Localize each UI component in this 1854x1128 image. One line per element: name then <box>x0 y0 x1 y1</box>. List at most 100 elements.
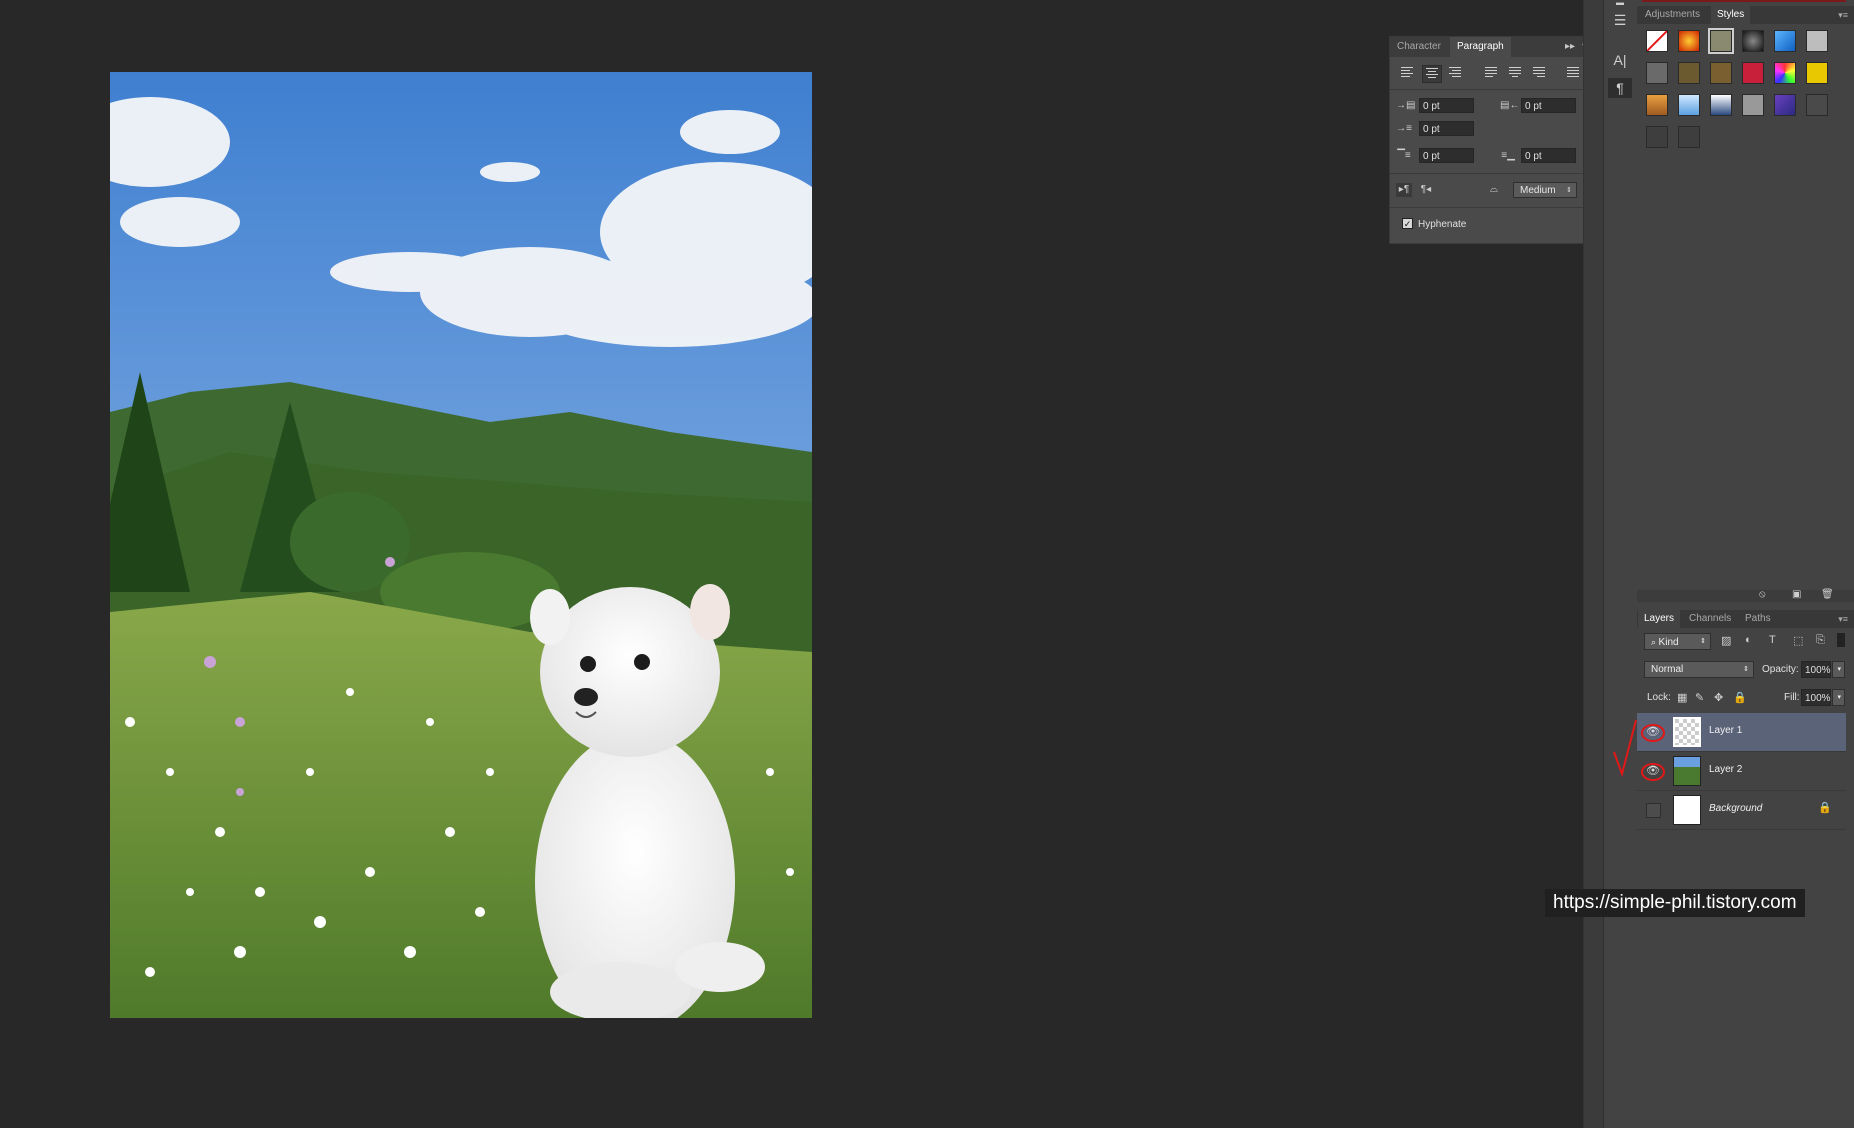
styles-tabbar: Adjustments Styles ▾≡ <box>1637 6 1854 24</box>
hyphenate-checkbox[interactable]: ✓ <box>1402 218 1413 229</box>
filter-toggle[interactable] <box>1837 633 1845 647</box>
search-icon: ⌕ <box>1651 637 1659 647</box>
style-swatch[interactable] <box>1742 94 1764 116</box>
style-swatch[interactable] <box>1646 62 1668 84</box>
layer-name[interactable]: Layer 1 <box>1709 725 1742 736</box>
space-after-icon: ≡▁ <box>1501 150 1515 161</box>
chevron-updown-icon: ⇕ <box>1743 666 1749 673</box>
chevron-updown-icon: ⇕ <box>1566 187 1572 194</box>
panel-menu-icon[interactable]: ▾≡ <box>1832 6 1854 24</box>
justify-last-right-icon[interactable] <box>1530 65 1548 81</box>
style-swatch[interactable] <box>1646 94 1668 116</box>
collapse-icon[interactable]: ▸▸ <box>1565 41 1575 52</box>
style-swatch[interactable] <box>1774 94 1796 116</box>
document-canvas[interactable] <box>110 72 812 1018</box>
canvas-image <box>110 72 812 1018</box>
layers-tabbar: Layers Channels Paths ▾≡ <box>1637 610 1854 628</box>
watermark-url: https://simple-phil.tistory.com <box>1545 889 1805 917</box>
red-annotation-marks <box>1613 719 1665 781</box>
style-swatch[interactable] <box>1774 30 1796 52</box>
justify-last-center-icon[interactable] <box>1506 65 1524 81</box>
rtl-paragraph-icon[interactable]: ¶◂ <box>1418 183 1434 197</box>
style-swatch[interactable] <box>1678 62 1700 84</box>
indent-right-field[interactable]: 0 pt <box>1521 98 1576 113</box>
style-swatch[interactable] <box>1678 30 1700 52</box>
style-swatch-none[interactable] <box>1646 30 1668 52</box>
layer-thumbnail <box>1673 717 1701 747</box>
fill-slider-toggle[interactable]: ▾ <box>1832 689 1845 706</box>
indent-right-icon: ▤← <box>1500 100 1520 111</box>
ltr-paragraph-icon[interactable]: ▸¶ <box>1396 183 1412 197</box>
layers-list: 👁 Layer 1 👁 Layer 2 Background 🔒 <box>1637 712 1846 832</box>
layer-row-background[interactable]: Background 🔒 <box>1637 791 1846 830</box>
lock-transparent-icon[interactable]: ▦ <box>1677 691 1687 704</box>
clear-style-icon[interactable]: ⦸ <box>1759 589 1766 600</box>
composer-icon: ⌓ <box>1490 184 1498 195</box>
paragraph-icon[interactable]: ¶ <box>1608 78 1632 98</box>
tab-paragraph[interactable]: Paragraph <box>1450 37 1511 57</box>
style-swatch[interactable] <box>1710 62 1732 84</box>
layer-row-layer-1[interactable]: 👁 Layer 1 <box>1637 713 1846 752</box>
layer-name[interactable]: Background <box>1709 803 1762 814</box>
style-swatch[interactable] <box>1774 62 1796 84</box>
style-swatch[interactable] <box>1806 30 1828 52</box>
space-after-field[interactable]: 0 pt <box>1521 148 1576 163</box>
indent-left-field[interactable]: 0 pt <box>1419 98 1474 113</box>
adjustment-filter-icon[interactable]: ◐ <box>1745 634 1752 646</box>
panel-icon-column: ▬ ☰ A| ¶ <box>1603 0 1638 1128</box>
lock-label: Lock: <box>1647 692 1671 703</box>
fill-field[interactable]: 100% <box>1801 689 1831 706</box>
opacity-slider-toggle[interactable]: ▾ <box>1832 661 1845 678</box>
filter-kind-value: Kind <box>1658 637 1679 648</box>
space-before-field[interactable]: 0 pt <box>1419 148 1474 163</box>
lock-image-icon[interactable]: ✎ <box>1695 691 1704 704</box>
shape-filter-icon[interactable]: ⬚ <box>1793 634 1803 647</box>
indent-first-line-field[interactable]: 0 pt <box>1419 121 1474 136</box>
panel-menu-icon[interactable]: ▾≡ <box>1832 610 1854 628</box>
chevron-down-icon: ▾ <box>1837 666 1841 673</box>
opacity-field[interactable]: 100% <box>1801 661 1831 678</box>
filter-kind-dropdown[interactable]: ⌕ Kind ⇕ <box>1644 633 1711 650</box>
top-accent <box>1642 0 1846 2</box>
indent-left-icon: →▤ <box>1396 100 1416 111</box>
lock-all-icon[interactable]: 🔒 <box>1733 691 1747 704</box>
character-icon[interactable]: A| <box>1608 50 1632 70</box>
style-swatch[interactable] <box>1742 62 1764 84</box>
composer-dropdown[interactable]: Medium ⇕ <box>1513 182 1577 198</box>
style-swatch[interactable] <box>1806 94 1828 116</box>
lock-position-icon[interactable]: ✥ <box>1714 691 1723 704</box>
align-center-icon[interactable] <box>1422 65 1442 83</box>
style-swatch[interactable] <box>1678 126 1700 148</box>
tab-character[interactable]: Character <box>1390 37 1448 57</box>
divider <box>1390 207 1597 208</box>
chevron-updown-icon: ⇕ <box>1700 638 1706 645</box>
properties-icon[interactable]: ☰ <box>1608 10 1632 30</box>
style-swatch[interactable] <box>1646 126 1668 148</box>
blend-mode-dropdown[interactable]: Normal ⇕ <box>1644 661 1754 678</box>
tab-adjustments[interactable]: Adjustments <box>1639 6 1706 24</box>
style-swatch[interactable] <box>1710 94 1732 116</box>
layer-row-layer-2[interactable]: 👁 Layer 2 <box>1637 752 1846 791</box>
trash-icon[interactable]: 🗑 <box>1821 589 1834 600</box>
style-swatch[interactable] <box>1742 30 1764 52</box>
tab-styles[interactable]: Styles <box>1711 6 1751 24</box>
style-swatch[interactable] <box>1678 94 1700 116</box>
visibility-toggle[interactable] <box>1646 803 1661 818</box>
justify-last-left-icon[interactable] <box>1482 65 1500 81</box>
layer-name[interactable]: Layer 2 <box>1709 764 1742 775</box>
type-filter-icon[interactable]: T <box>1769 634 1776 646</box>
dock-collapse-strip <box>1583 0 1604 1128</box>
justify-all-icon[interactable] <box>1564 65 1582 81</box>
style-swatch-selected[interactable] <box>1708 28 1734 54</box>
tab-channels[interactable]: Channels <box>1683 610 1737 628</box>
align-right-icon[interactable] <box>1446 65 1464 81</box>
tab-layers[interactable]: Layers <box>1638 610 1681 628</box>
new-style-icon[interactable]: ▣ <box>1792 589 1801 600</box>
indent-first-line-icon: →≡ <box>1396 123 1412 134</box>
tab-paths[interactable]: Paths <box>1739 610 1777 628</box>
collapsed-panel-icon[interactable]: ▬ <box>1608 0 1632 7</box>
pixel-filter-icon[interactable]: ▨ <box>1721 634 1731 647</box>
align-left-icon[interactable] <box>1398 65 1416 81</box>
style-swatch[interactable] <box>1806 62 1828 84</box>
smart-object-filter-icon[interactable]: ⎘ <box>1816 634 1825 647</box>
